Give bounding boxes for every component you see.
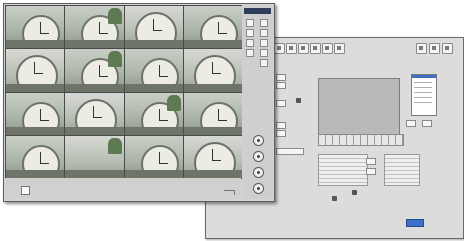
schedule-timeline[interactable]	[318, 134, 404, 146]
focus-icon[interactable]	[253, 167, 264, 178]
channel-list-selected[interactable]	[412, 75, 436, 78]
layout-4-icon[interactable]	[260, 19, 268, 27]
live-view-window	[3, 3, 275, 202]
user-icon[interactable]	[322, 43, 333, 54]
list-item[interactable]	[414, 92, 432, 93]
camera-tile[interactable]	[6, 6, 65, 49]
list-add-button[interactable]	[406, 120, 416, 127]
camera-tile[interactable]	[183, 92, 242, 135]
audio-icon[interactable]	[246, 49, 254, 57]
layout-1-icon[interactable]	[246, 19, 254, 27]
settings-toolbar	[274, 43, 454, 55]
camera-tile[interactable]	[183, 6, 242, 49]
camera-tile[interactable]	[6, 135, 65, 178]
list-item[interactable]	[414, 102, 432, 103]
channel-list[interactable]	[411, 74, 437, 116]
schedule-icon[interactable]	[298, 43, 309, 54]
camera-tile[interactable]	[124, 92, 183, 135]
control-panel	[242, 5, 273, 199]
snapshot-icon[interactable]	[260, 39, 268, 47]
setting-field[interactable]	[276, 122, 286, 129]
zoom-icon[interactable]	[253, 151, 264, 162]
setting-field[interactable]	[276, 100, 286, 107]
close-icon[interactable]	[442, 43, 453, 54]
camera-tile[interactable]	[124, 135, 183, 178]
device-icon[interactable]	[296, 98, 301, 103]
resize-handle[interactable]	[224, 190, 235, 195]
camera-tile[interactable]	[65, 135, 124, 178]
setting-field[interactable]	[366, 158, 376, 165]
record-icon[interactable]	[246, 39, 254, 47]
setting-field[interactable]	[366, 168, 376, 175]
iris-icon[interactable]	[253, 183, 264, 194]
camera-tile[interactable]	[6, 92, 65, 135]
camera-icon[interactable]	[274, 43, 285, 54]
setting-field[interactable]	[276, 130, 286, 137]
speaker-icon[interactable]	[332, 196, 337, 201]
camera-tile[interactable]	[6, 49, 65, 92]
setting-field[interactable]	[276, 74, 286, 81]
layout-16-icon[interactable]	[260, 29, 268, 37]
settings-table	[384, 154, 420, 186]
help-icon[interactable]	[416, 43, 427, 54]
ptz-icon[interactable]	[253, 135, 264, 146]
setting-field[interactable]	[276, 148, 304, 155]
minimize-icon[interactable]	[429, 43, 440, 54]
camera-tile[interactable]	[65, 92, 124, 135]
fullscreen-icon[interactable]	[260, 49, 268, 57]
layout-9-icon[interactable]	[246, 29, 254, 37]
camera-tile[interactable]	[183, 135, 242, 178]
list-remove-button[interactable]	[422, 120, 432, 127]
status-bar	[5, 178, 241, 199]
network-icon[interactable]	[310, 43, 321, 54]
camera-tile[interactable]	[65, 49, 124, 92]
record-icon[interactable]	[286, 43, 297, 54]
list-item[interactable]	[414, 82, 432, 83]
camera-tile[interactable]	[124, 49, 183, 92]
camera-grid	[5, 5, 243, 179]
panel-header	[244, 8, 271, 14]
setting-field[interactable]	[276, 82, 286, 89]
checkbox-icon[interactable]	[352, 190, 357, 195]
config-icon[interactable]	[334, 43, 345, 54]
camera-tile[interactable]	[124, 6, 183, 49]
list-item[interactable]	[414, 97, 432, 98]
camera-tile[interactable]	[65, 6, 124, 49]
ok-button[interactable]	[406, 219, 424, 227]
camera-tile[interactable]	[183, 49, 242, 92]
status-icon[interactable]	[21, 186, 30, 195]
settings-table	[318, 154, 368, 186]
settings-icon[interactable]	[260, 59, 268, 67]
video-preview	[318, 78, 400, 136]
list-item[interactable]	[414, 87, 432, 88]
